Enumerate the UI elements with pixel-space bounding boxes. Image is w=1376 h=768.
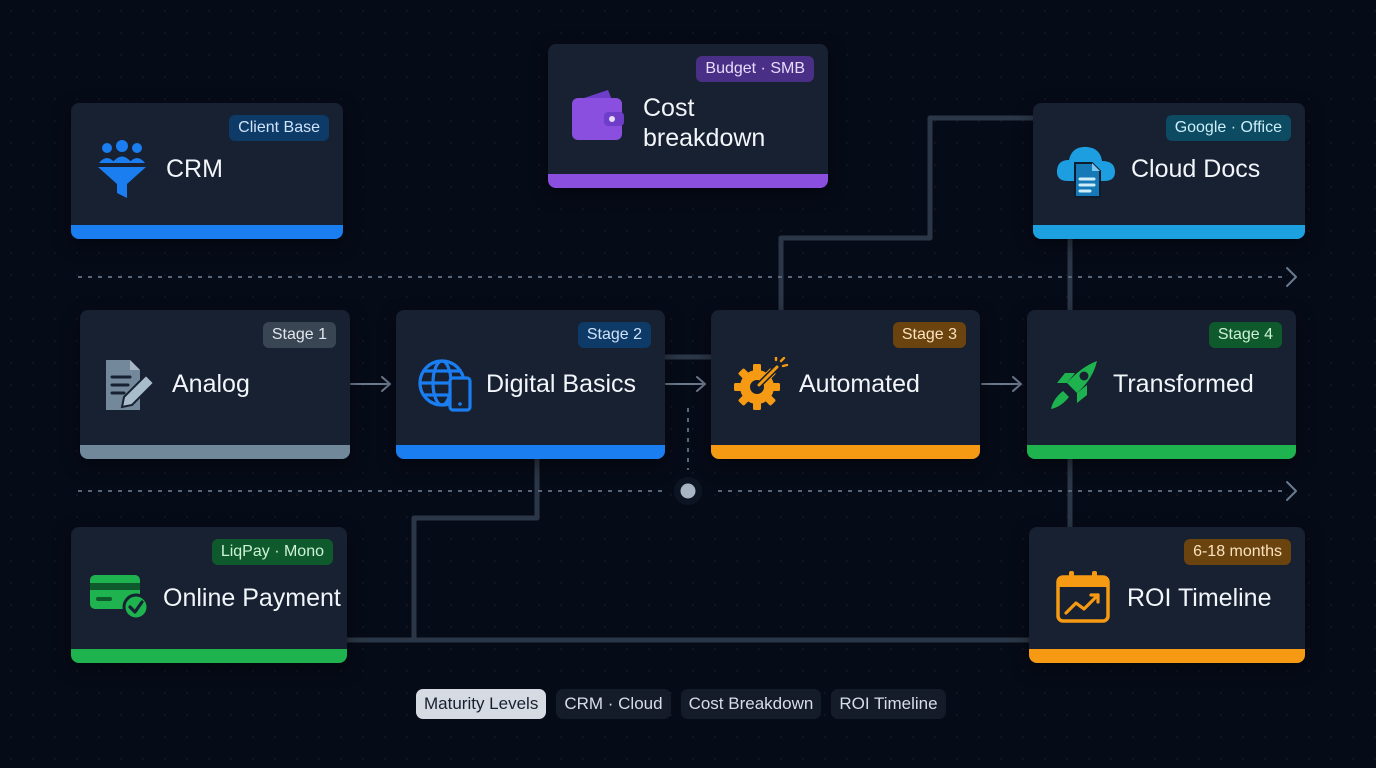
- tab-maturity-levels[interactable]: Maturity Levels: [416, 689, 547, 719]
- roi-timeline-accent-bar: [1029, 649, 1305, 663]
- roi-timeline-badge: 6-18 months: [1184, 539, 1291, 565]
- analog-stage-card[interactable]: Stage 1 Analog: [80, 310, 350, 459]
- online-payment-accent-bar: [71, 649, 347, 663]
- stage-arrow-1-2: [350, 376, 391, 392]
- cloud-document-icon: [1054, 139, 1118, 204]
- tab-roi-timeline[interactable]: ROI Timeline: [831, 689, 946, 719]
- transformed-stage-badge: Stage 4: [1208, 322, 1282, 348]
- online-payment-title: Online Payment: [163, 584, 341, 612]
- digital-basics-stage-card[interactable]: Stage 2 Digital Basics: [396, 310, 665, 459]
- stage-arrow-2-3: [665, 376, 706, 392]
- cost-breakdown-accent-bar: [548, 174, 828, 188]
- guide-arrowhead-top: [1286, 267, 1297, 287]
- automated-stage-title: Automated: [799, 370, 920, 398]
- digital-basics-stage-badge: Stage 2: [577, 322, 651, 348]
- digital-basics-stage-accent-bar: [396, 445, 665, 459]
- transformed-stage-title: Transformed: [1113, 370, 1254, 398]
- cost-breakdown-badge: Budget · SMB: [696, 56, 814, 82]
- funnel-people-icon: [97, 139, 147, 206]
- crm-badge: Client Base: [229, 115, 329, 141]
- document-pencil-icon: [102, 357, 158, 418]
- automated-stage-card[interactable]: Stage 3 Automated: [711, 310, 980, 459]
- card-check-icon: [89, 573, 151, 626]
- wallet-icon: [570, 88, 626, 147]
- connector-digital-to-payment: [411, 455, 540, 643]
- analog-stage-accent-bar: [80, 445, 350, 459]
- cloud-docs-badge: Google · Office: [1165, 115, 1291, 141]
- calendar-chart-icon: [1056, 569, 1112, 630]
- gear-wrench-icon: [733, 355, 789, 418]
- automated-stage-badge: Stage 3: [892, 322, 966, 348]
- cloud-docs-accent-bar: [1033, 225, 1305, 239]
- stage-arrow-3-4: [981, 376, 1022, 392]
- cost-breakdown-card[interactable]: Budget · SMB Cost breakdown: [548, 44, 828, 188]
- online-payment-badge: LiqPay · Mono: [211, 539, 333, 565]
- center-node: [674, 477, 702, 505]
- automated-stage-accent-bar: [711, 445, 980, 459]
- analog-stage-badge: Stage 1: [262, 322, 336, 348]
- crm-accent-bar: [71, 225, 343, 239]
- crm-title: CRM: [166, 155, 223, 183]
- tab-cost-breakdown[interactable]: Cost Breakdown: [680, 689, 822, 719]
- digital-basics-stage-title: Digital Basics: [486, 370, 637, 398]
- roi-timeline-card[interactable]: 6-18 months ROI Timeline: [1029, 527, 1305, 663]
- view-tabs: Maturity Levels CRM · Cloud Cost Breakdo…: [416, 689, 946, 719]
- cloud-docs-title: Cloud Docs: [1131, 155, 1261, 183]
- guide-arrowhead-bottom: [1286, 481, 1297, 501]
- analog-stage-title: Analog: [172, 370, 250, 398]
- online-payment-card[interactable]: LiqPay · Mono Online Payment: [71, 527, 347, 663]
- cloud-docs-card[interactable]: Google · Office Cloud Docs: [1033, 103, 1305, 239]
- tab-crm-cloud[interactable]: CRM · Cloud: [556, 689, 671, 719]
- roi-timeline-title: ROI Timeline: [1127, 584, 1272, 612]
- transformed-stage-card[interactable]: Stage 4 Transformed: [1027, 310, 1296, 459]
- globe-phone-icon: [418, 357, 474, 418]
- rocket-icon: [1047, 357, 1103, 418]
- crm-card[interactable]: Client Base CRM: [71, 103, 343, 239]
- transformed-stage-accent-bar: [1027, 445, 1296, 459]
- cost-breakdown-title: Cost breakdown: [643, 94, 766, 152]
